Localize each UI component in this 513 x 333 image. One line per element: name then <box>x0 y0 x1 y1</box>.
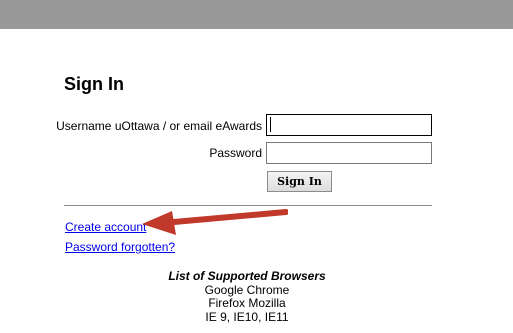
username-label: Username uOttawa / or email eAwards <box>56 119 262 133</box>
password-forgotten-link[interactable]: Password forgotten? <box>65 240 175 254</box>
divider <box>64 205 432 206</box>
top-bar <box>0 0 513 29</box>
supported-browsers: List of Supported Browsers Google Chrome… <box>158 269 336 324</box>
browser-item: Google Chrome <box>204 282 290 297</box>
arrow-left-icon <box>142 209 288 235</box>
browser-item: Firefox Mozilla <box>208 296 286 310</box>
password-label: Password <box>209 146 262 160</box>
browsers-title: List of Supported Browsers <box>168 269 326 283</box>
text-cursor <box>270 117 271 132</box>
password-input[interactable] <box>266 142 432 164</box>
page-title: Sign In <box>64 74 124 94</box>
sign-in-button[interactable]: Sign In <box>267 171 332 192</box>
username-input[interactable] <box>266 114 432 136</box>
create-account-link[interactable]: Create account <box>65 220 146 234</box>
browser-item: IE 9, IE10, IE11 <box>205 309 289 324</box>
